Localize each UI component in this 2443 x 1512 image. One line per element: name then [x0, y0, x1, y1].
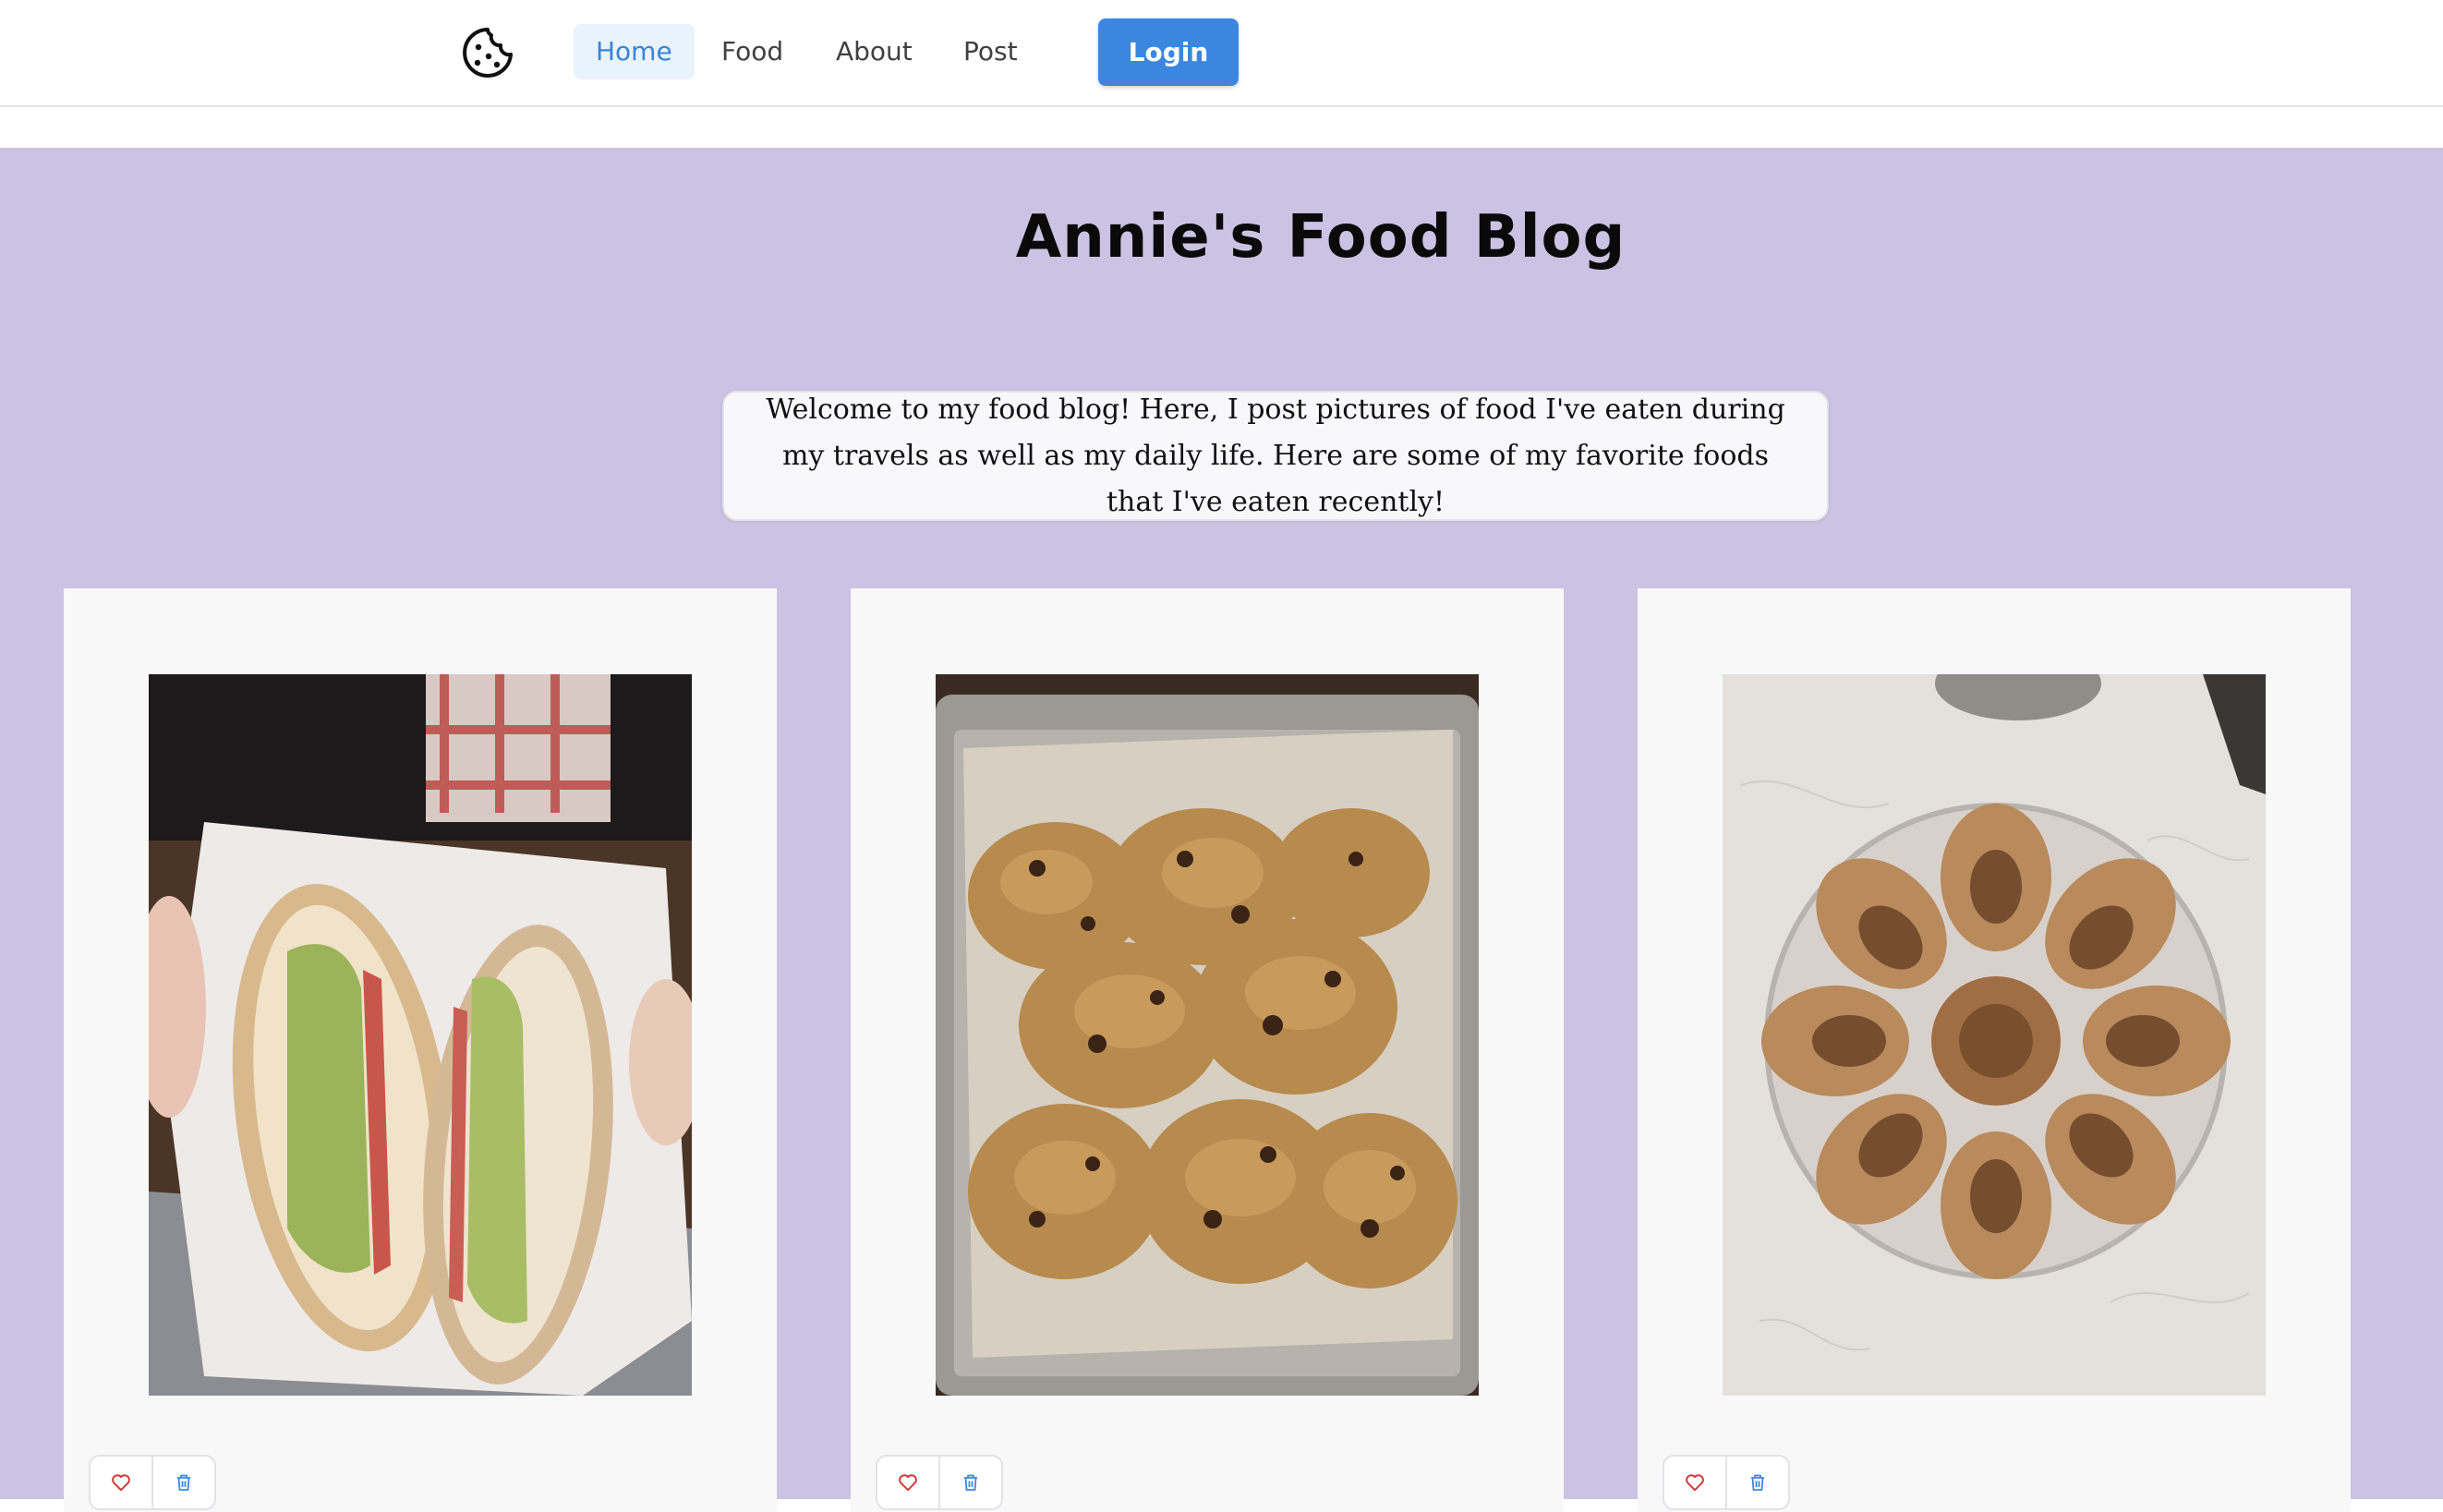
nav-post[interactable]: Post	[941, 24, 1040, 79]
heart-icon	[899, 1474, 917, 1492]
cookie-icon[interactable]	[460, 25, 515, 80]
welcome-text: Welcome to my food blog! Here, I post pi…	[766, 393, 1785, 518]
sandwich-photo[interactable]	[149, 674, 692, 1396]
blog-content-area: Annie's Food Blog Welcome to my food blo…	[0, 148, 2443, 1512]
delete-button[interactable]	[1725, 1455, 1790, 1510]
like-button[interactable]	[1663, 1455, 1727, 1510]
like-button[interactable]	[876, 1455, 940, 1510]
like-button[interactable]	[89, 1455, 153, 1510]
heart-icon	[1686, 1474, 1704, 1492]
login-button[interactable]: Login	[1098, 18, 1239, 86]
cookies-photo[interactable]	[936, 674, 1479, 1396]
delete-button[interactable]	[151, 1455, 216, 1510]
welcome-message-box: Welcome to my food blog! Here, I post pi…	[722, 391, 1829, 521]
trash-icon	[964, 1474, 977, 1491]
top-navigation-bar: Home Food About Post Login	[0, 0, 2443, 107]
nav-home[interactable]: Home	[574, 24, 695, 79]
page-title: Annie's Food Blog	[1015, 203, 1627, 272]
delete-button[interactable]	[938, 1455, 1003, 1510]
nav-food[interactable]: Food	[699, 24, 805, 79]
food-card	[851, 588, 1564, 1512]
food-card	[64, 588, 777, 1512]
trash-icon	[1751, 1474, 1764, 1491]
trash-icon	[177, 1474, 190, 1491]
nav-about[interactable]: About	[814, 24, 935, 79]
dumplings-photo[interactable]	[1723, 674, 2266, 1396]
heart-icon	[112, 1474, 130, 1492]
food-card	[1638, 588, 2351, 1512]
